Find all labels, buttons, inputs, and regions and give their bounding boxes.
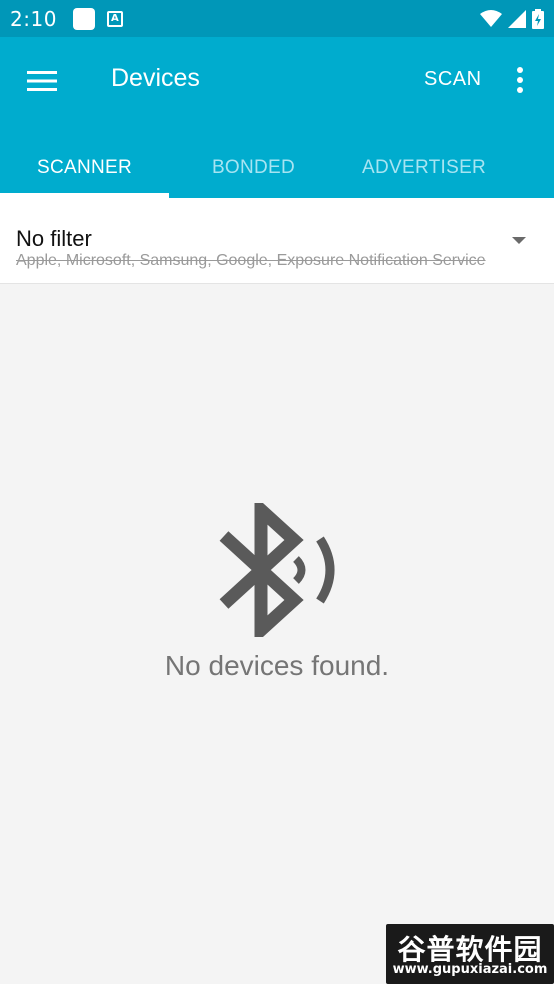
notification-a-icon: A (106, 10, 123, 27)
bluetooth-searching-icon (219, 503, 335, 637)
watermark-url: www.gupuxiazai.com (392, 962, 548, 977)
hamburger-menu-icon (27, 71, 57, 91)
scan-button[interactable]: SCAN (424, 68, 482, 91)
filter-subtitle: Apple, Microsoft, Samsung, Google, Expos… (16, 252, 486, 269)
watermark-logo: 谷普软件园 www.gupuxiazai.com (386, 924, 554, 984)
dropdown-arrow-icon (512, 237, 526, 244)
app-bar: Devices SCAN SCANNER BONDED ADVERTISER (0, 37, 554, 198)
filter-title: No filter (16, 226, 92, 251)
empty-state-message: No devices found. (164, 650, 390, 681)
filter-selector[interactable]: No filter Apple, Microsoft, Samsung, Goo… (0, 198, 554, 284)
tab-bonded[interactable]: BONDED (169, 137, 338, 198)
tab-scanner[interactable]: SCANNER (0, 137, 169, 198)
overflow-menu-button[interactable] (508, 65, 532, 95)
status-bar: 2:10 A (0, 0, 554, 37)
more-vert-icon (517, 67, 523, 93)
status-time: 2:10 (10, 6, 57, 31)
cell-signal-icon (508, 9, 526, 28)
status-icons (480, 8, 544, 29)
menu-button[interactable] (24, 64, 62, 98)
page-title: Devices (111, 64, 200, 92)
battery-icon (532, 8, 544, 29)
wifi-icon (480, 9, 502, 27)
tab-advertiser[interactable]: ADVERTISER (338, 137, 554, 198)
tab-bar: SCANNER BONDED ADVERTISER (0, 137, 554, 198)
notification-square-icon (72, 7, 95, 30)
